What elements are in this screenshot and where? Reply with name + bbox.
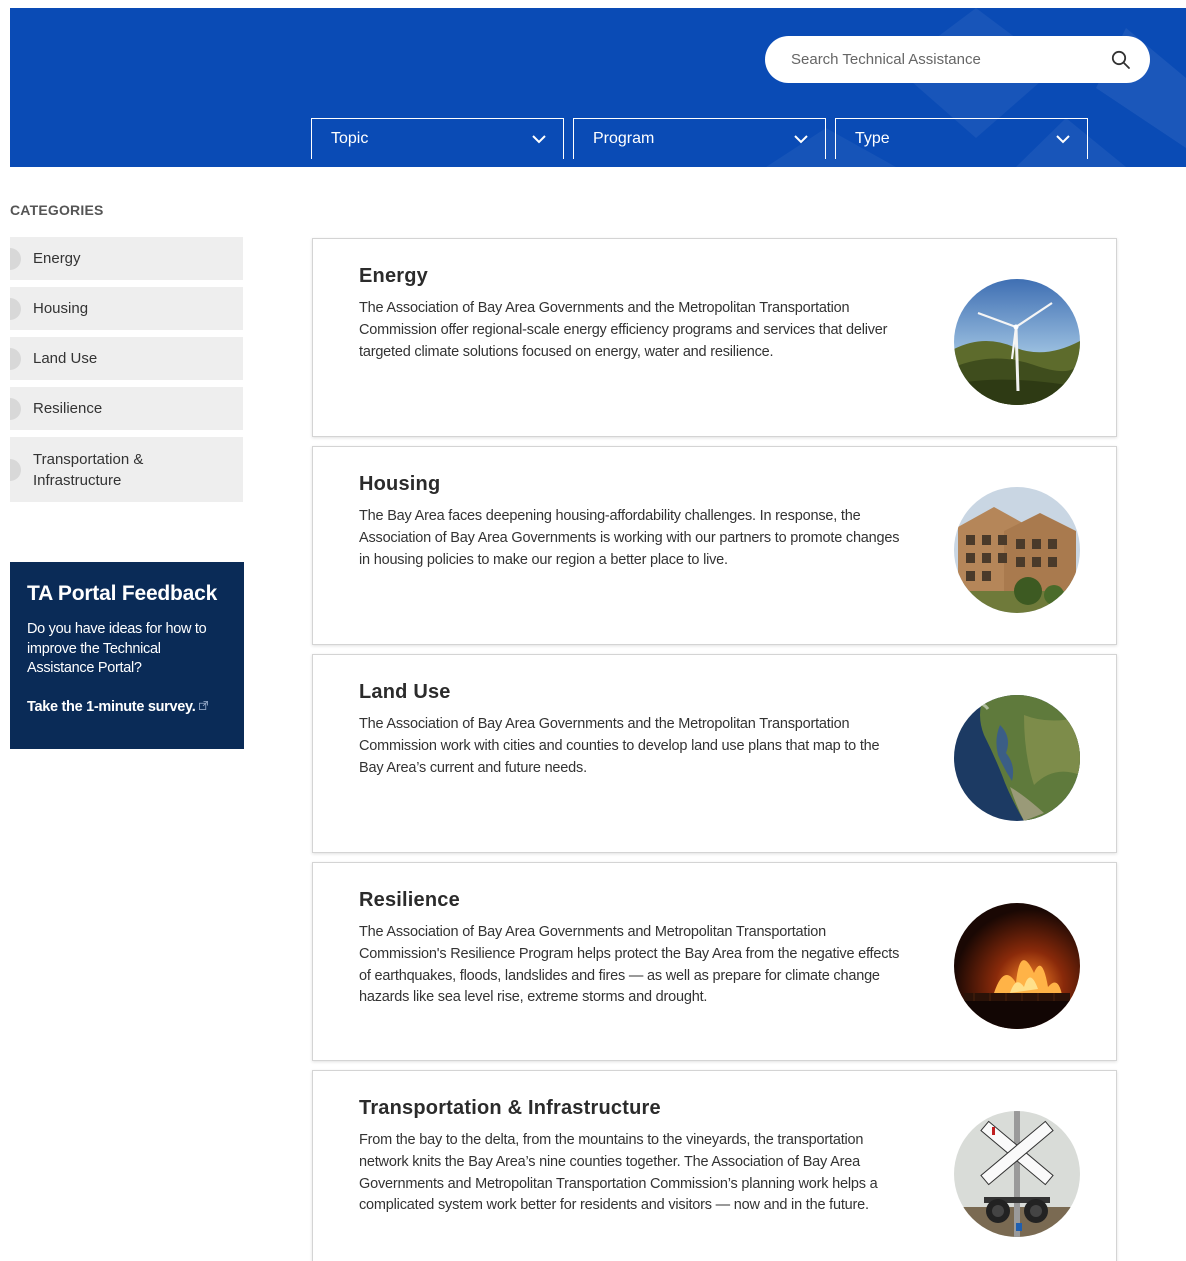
categories-list: Energy Housing Land Use Resilience Trans…	[10, 237, 243, 509]
tab-marker	[10, 458, 21, 481]
wind-turbine-photo	[954, 279, 1080, 405]
bay-area-satellite-photo	[954, 695, 1080, 821]
sidebar-item-resilience[interactable]: Resilience	[10, 387, 243, 430]
search-input[interactable]	[791, 51, 1110, 68]
feedback-body: Do you have ideas for how to improve the…	[27, 621, 207, 676]
tab-marker	[10, 297, 21, 320]
railroad-crossing-photo	[954, 1111, 1080, 1237]
chevron-down-icon	[794, 135, 808, 144]
survey-link[interactable]: Take the 1-minute survey.	[27, 698, 209, 715]
category-cards: Energy The Association of Bay Area Gover…	[312, 238, 1117, 1261]
sidebar-item-label: Transportation & Infrastructure	[33, 450, 144, 489]
search-box	[765, 36, 1150, 83]
sidebar-item-housing[interactable]: Housing	[10, 287, 243, 330]
apartment-building-photo	[954, 487, 1080, 613]
topic-dropdown[interactable]: Topic	[311, 118, 564, 159]
card-description: The Association of Bay Area Governments …	[359, 924, 900, 1006]
card-description: The Association of Bay Area Governments …	[359, 300, 888, 360]
card-description: The Association of Bay Area Governments …	[359, 716, 880, 776]
type-dropdown-label: Type	[855, 130, 890, 147]
chevron-down-icon	[1056, 135, 1070, 144]
filter-bar: Topic Program Type	[311, 118, 1088, 159]
chevron-down-icon	[532, 135, 546, 144]
search-icon[interactable]	[1110, 49, 1132, 71]
external-link-icon	[199, 700, 209, 710]
card-land-use[interactable]: Land Use The Association of Bay Area Gov…	[312, 654, 1117, 853]
card-description: The Bay Area faces deepening housing-aff…	[359, 508, 900, 568]
tab-marker	[10, 247, 21, 270]
tab-marker	[10, 347, 21, 370]
sidebar-item-label: Housing	[33, 300, 89, 317]
type-dropdown[interactable]: Type	[835, 118, 1088, 159]
program-dropdown-label: Program	[593, 130, 655, 147]
card-energy[interactable]: Energy The Association of Bay Area Gover…	[312, 238, 1117, 437]
feedback-title: TA Portal Feedback	[27, 582, 218, 605]
categories-heading: CATEGORIES	[10, 202, 104, 218]
sidebar-item-label: Resilience	[33, 400, 103, 417]
survey-link-label: Take the 1-minute survey.	[27, 698, 196, 715]
card-resilience[interactable]: Resilience The Association of Bay Area G…	[312, 862, 1117, 1061]
topic-dropdown-label: Topic	[331, 130, 369, 147]
card-transportation[interactable]: Transportation & Infrastructure From the…	[312, 1070, 1117, 1261]
wildfire-photo	[954, 903, 1080, 1029]
sidebar-item-transportation[interactable]: Transportation & Infrastructure	[10, 437, 243, 502]
sidebar-item-label: Energy	[33, 250, 81, 267]
sidebar-item-land-use[interactable]: Land Use	[10, 337, 243, 380]
program-dropdown[interactable]: Program	[573, 118, 826, 159]
card-housing[interactable]: Housing The Bay Area faces deepening hou…	[312, 446, 1117, 645]
sidebar-item-label: Land Use	[33, 350, 98, 367]
feedback-panel: TA Portal Feedback Do you have ideas for…	[10, 562, 244, 749]
tab-marker	[10, 397, 21, 420]
card-description: From the bay to the delta, from the moun…	[359, 1132, 878, 1214]
sidebar-item-energy[interactable]: Energy	[10, 237, 243, 280]
